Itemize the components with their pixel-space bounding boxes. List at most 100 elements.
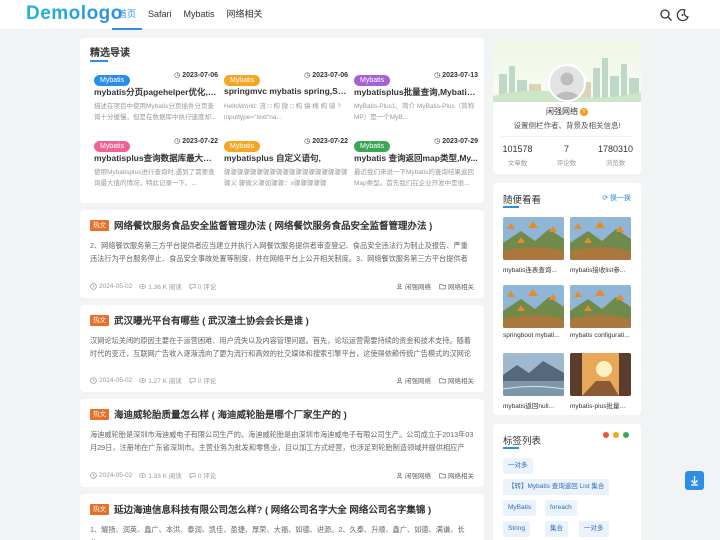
featured-item[interactable]: Mybatis ◷ 2023-07-06 springmvc mybatis s… [224, 69, 348, 129]
author-link[interactable]: 闲强网络 [396, 375, 431, 385]
dot-green [623, 432, 629, 438]
post-date: 2024-05-02 [90, 281, 132, 291]
folder-icon [439, 472, 446, 478]
featured-item[interactable]: Mybatis ◷ 2023-07-22 mybatisplus 自定义语句, … [224, 135, 348, 195]
article-card[interactable]: 热文 武汉曝光平台有哪些 ( 武汉渣土协会会长是谁 ) 汉网论坛关闭的原因主要在… [80, 305, 484, 392]
article-title[interactable]: 海迪威轮胎质量怎么样 ( 海迪威轮胎是哪个厂家生产的 ) [114, 407, 347, 421]
post-thumbnail[interactable] [570, 353, 631, 396]
author-link[interactable]: 闲强网络 [396, 281, 431, 291]
post-caption[interactable]: mybatis连表查询... [503, 264, 564, 274]
random-post-item[interactable]: mybatis configurati... [570, 285, 631, 339]
tag-pill[interactable]: 【转】Mybatis 查询返回 List 集合 [503, 479, 610, 495]
dot-yellow [613, 432, 619, 438]
post-caption[interactable]: mybatis-plus批量更... [570, 400, 631, 410]
post-date: ◷ 2023-07-13 [434, 72, 478, 79]
comment-count: 0 评论 [189, 470, 216, 480]
eye-icon [139, 377, 147, 383]
featured-item-title[interactable]: springmvc mybatis spring,Sp... [224, 86, 348, 96]
article-card[interactable]: 热文 延边海迪信息科技有限公司怎么样? ( 网络公司名字大全 网络公司名字集锦 … [80, 494, 484, 540]
post-thumbnail[interactable] [570, 217, 631, 260]
nav-item-mybatis[interactable]: Mybatis [178, 0, 221, 30]
category-tag[interactable]: Mybatis [224, 75, 261, 86]
post-date: 2024-05-02 [90, 375, 132, 385]
tag-pill[interactable]: String [503, 521, 530, 537]
article-meta: 2024-05-02 1.33 K 阅读 0 评论 闲强网络 网络相关 [90, 470, 474, 480]
hot-badge: 热文 [90, 314, 109, 326]
article-title[interactable]: 武汉曝光平台有哪些 ( 武汉渣土协会会长是谁 ) [114, 313, 309, 327]
tag-pill[interactable]: MyBatis [503, 500, 537, 516]
category-link[interactable]: 网络相关 [439, 470, 474, 480]
nav-item-home[interactable]: 首页 [112, 0, 143, 30]
featured-item-title[interactable]: mybatisplus批量查询,Mybatis-... [354, 86, 478, 98]
comment-icon [189, 283, 196, 290]
featured-item[interactable]: Mybatis ◷ 2023-07-22 mybatisplus查询数据库最大值… [94, 135, 218, 195]
featured-item-desc: 骤骤骤骤骤骤骤骤骤骤骤骤骤骤骤骤骤骤骤骤义 骤微义骤如骤骤：x骤骤骤骤骤 [224, 169, 348, 187]
stat-views: 1780310 浏览数 [597, 144, 634, 167]
top-header: Demologo 首页 Safari Mybatis 网络相关 [0, 0, 720, 30]
article-card[interactable]: 热文 海迪威轮胎质量怎么样 ( 海迪威轮胎是哪个厂家生产的 ) 海迪威轮胎是深圳… [80, 399, 484, 487]
article-title[interactable]: 网络餐饮服务食品安全监督管理办法 ( 网络餐饮服务食品安全监督管理办法 ) [114, 218, 432, 232]
post-thumbnail[interactable] [570, 285, 631, 328]
tag-pill[interactable]: 一对多 [503, 458, 533, 474]
post-date: ◷ 2023-07-06 [174, 72, 218, 79]
post-caption[interactable]: mybatis接收list参... [570, 264, 631, 274]
featured-section: 精选导读 Mybatis ◷ 2023-07-06 mybatis分页pageh… [80, 38, 484, 203]
tag-pill[interactable]: 一对多 [579, 521, 609, 537]
clock-icon [90, 282, 97, 290]
featured-item[interactable]: Mybatis ◷ 2023-07-13 mybatisplus批量查询,Myb… [354, 69, 478, 129]
random-post-item[interactable]: mybatis-plus批量更... [570, 353, 631, 410]
nav-item-network[interactable]: 网络相关 [221, 0, 269, 30]
search-icon[interactable] [659, 8, 673, 22]
folder-icon [439, 377, 446, 383]
post-caption[interactable]: mybatis返回null... [503, 400, 564, 410]
category-tag[interactable]: Mybatis [354, 141, 391, 152]
random-post-item[interactable]: mybatis返回null... [503, 353, 564, 410]
avatar[interactable] [548, 64, 586, 102]
article-card[interactable]: 热文 网络餐饮服务食品安全监督管理办法 ( 网络餐饮服务食品安全监督管理办法 )… [80, 210, 484, 298]
tag-pill[interactable]: 集合 [545, 521, 568, 537]
site-logo[interactable]: Demologo [26, 3, 123, 25]
hot-badge: 热文 [90, 219, 109, 231]
featured-item-title[interactable]: mybatisplus查询数据库最大值,... [94, 152, 218, 164]
category-link[interactable]: 网络相关 [439, 281, 474, 291]
post-date: ◷ 2023-07-29 [434, 138, 478, 145]
category-tag[interactable]: Mybatis [354, 75, 391, 86]
hot-badge: 热文 [90, 408, 109, 420]
comment-icon [189, 377, 196, 384]
category-tag[interactable]: Mybatis [224, 141, 261, 152]
article-title[interactable]: 延边海迪信息科技有限公司怎么样? ( 网络公司名字大全 网络公司名字集锦 ) [114, 502, 431, 516]
post-thumbnail[interactable] [503, 217, 564, 260]
download-icon [691, 476, 698, 486]
featured-item-desc: 最近我们来说一下Mybatis的查询结果返回Map类型。首先我们在企业开发中是很… [354, 169, 474, 187]
category-link[interactable]: 网络相关 [439, 375, 474, 385]
tag-pill[interactable]: foreach [545, 500, 577, 516]
random-post-item[interactable]: mybatis连表查询... [503, 217, 564, 274]
title-underline [90, 60, 108, 62]
random-post-item[interactable]: mybatis接收list参... [570, 217, 631, 274]
post-caption[interactable]: springboot mybati... [503, 332, 564, 339]
featured-item[interactable]: Mybatis ◷ 2023-07-29 mybatis 查询返回map类型,M… [354, 135, 478, 195]
featured-item[interactable]: Mybatis ◷ 2023-07-06 mybatis分页pagehelper… [94, 69, 218, 129]
random-post-item[interactable]: springboot mybati... [503, 285, 564, 339]
view-count: 1.27 K 阅读 [139, 375, 182, 385]
nav-item-safari[interactable]: Safari [142, 0, 178, 30]
user-icon [396, 472, 403, 478]
author-link[interactable]: 闲强网络 [396, 470, 431, 480]
post-thumbnail[interactable] [503, 285, 564, 328]
category-tag[interactable]: Mybatis [94, 75, 131, 86]
post-date: ◷ 2023-07-22 [304, 138, 348, 145]
refresh-button[interactable]: ⟳ 换一换 [602, 193, 631, 203]
post-date: ◷ 2023-07-22 [174, 138, 218, 145]
featured-item-title[interactable]: mybatis分页pagehelper优化,M... [94, 86, 218, 98]
category-tag[interactable]: Mybatis [94, 141, 131, 152]
theme-toggle-icon[interactable] [676, 8, 690, 22]
author-name[interactable]: 闲强网络 [546, 107, 578, 116]
title-underline [503, 206, 519, 208]
download-button[interactable] [685, 471, 704, 490]
post-caption[interactable]: mybatis configurati... [570, 332, 631, 339]
post-thumbnail[interactable] [503, 353, 564, 396]
stat-comments: 7 评论数 [556, 144, 577, 167]
post-date: 2024-05-02 [90, 470, 132, 480]
featured-item-title[interactable]: mybatis 查询返回map类型,My... [354, 152, 478, 164]
featured-item-title[interactable]: mybatisplus 自定义语句, [224, 152, 348, 164]
